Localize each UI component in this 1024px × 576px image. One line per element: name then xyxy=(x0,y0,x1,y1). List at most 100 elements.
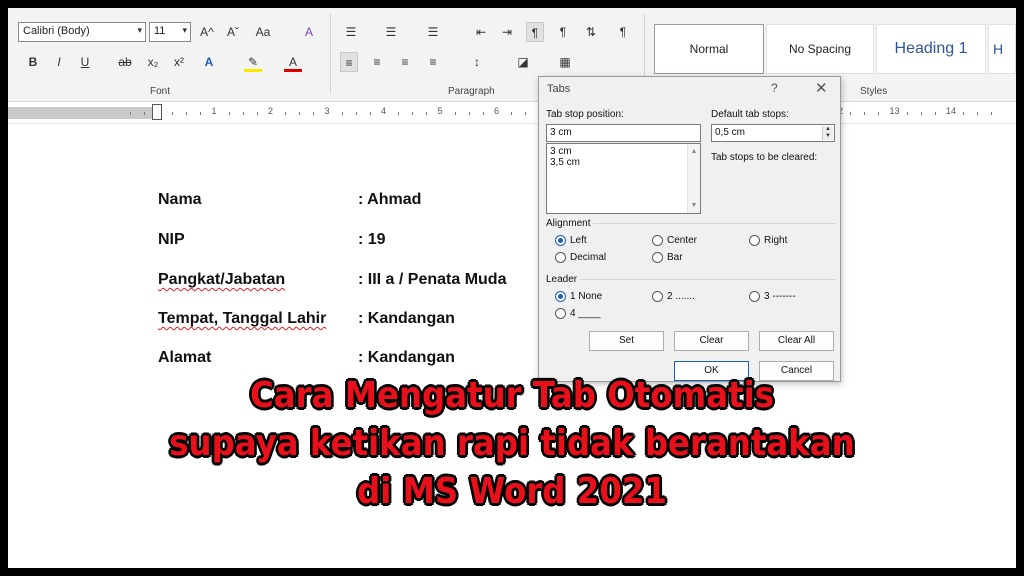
radio-align-bar[interactable]: Bar xyxy=(652,252,683,263)
chevron-down-icon[interactable]: ▾ xyxy=(137,25,142,36)
sort-icon[interactable]: ⇅ xyxy=(582,22,600,42)
radio-label: Center xyxy=(667,235,698,246)
underline-icon[interactable]: U xyxy=(76,52,94,72)
alignment-label: Alignment xyxy=(546,218,594,229)
change-case-icon[interactable]: Aa xyxy=(254,22,272,42)
ruler-tick xyxy=(200,112,202,115)
text-effects-icon[interactable]: A xyxy=(200,52,218,72)
highlight-icon[interactable]: ✎ xyxy=(244,52,262,72)
radio-dot[interactable] xyxy=(749,291,760,302)
radio-dot[interactable] xyxy=(555,235,566,246)
scroll-up-icon[interactable]: ▲ xyxy=(688,146,700,157)
radio-label: 2 ....... xyxy=(667,291,695,302)
caption-line-3: di MS Word 2021 xyxy=(357,471,667,512)
ruler-margin xyxy=(8,107,158,119)
set-button[interactable]: Set xyxy=(589,331,664,351)
clear-formatting-icon[interactable]: A xyxy=(300,22,318,42)
shrink-font-icon[interactable]: Aˇ xyxy=(224,22,242,42)
line-spacing-icon[interactable]: ↕ xyxy=(468,52,486,72)
style-normal[interactable]: Normal xyxy=(654,24,764,74)
clear-all-button[interactable]: Clear All xyxy=(759,331,834,351)
radio-label: 3 ------- xyxy=(764,291,796,302)
shading-icon[interactable]: ◪ xyxy=(514,52,532,72)
caption-line-2: supaya ketikan rapi tidak berantakan xyxy=(169,423,855,464)
radio-leader-dashes[interactable]: 3 ------- xyxy=(749,291,796,302)
tab-stop-list[interactable]: 3 cm 3,5 cm ▲ ▼ xyxy=(546,143,701,214)
bold-icon[interactable]: B xyxy=(24,52,42,72)
ruler-number: 4 xyxy=(381,106,387,116)
line-value: : III a / Penata Muda xyxy=(358,271,507,288)
ruler-number: 5 xyxy=(437,106,443,116)
grow-font-icon[interactable]: A^ xyxy=(198,22,216,42)
list-item[interactable]: 3,5 cm xyxy=(550,157,697,168)
ruler-tick xyxy=(468,112,470,115)
radio-leader-dots[interactable]: 2 ....... xyxy=(652,291,695,302)
radio-align-center[interactable]: Center xyxy=(652,235,697,246)
ruler-number: 3 xyxy=(324,106,330,116)
radio-label: Left xyxy=(570,235,587,246)
style-heading-2[interactable]: H xyxy=(988,24,1016,74)
ruler-tick xyxy=(242,112,244,115)
font-color-icon[interactable]: A xyxy=(284,52,302,72)
radio-leader-none[interactable]: 1 None xyxy=(555,291,602,302)
bullets-icon[interactable]: ☰ xyxy=(342,22,360,42)
radio-dot[interactable] xyxy=(749,235,760,246)
borders-icon[interactable]: ▦ xyxy=(556,52,574,72)
spinner-icon[interactable]: ▲ ▼ xyxy=(822,126,833,140)
scrollbar[interactable]: ▲ ▼ xyxy=(687,144,700,213)
ruler-tick xyxy=(355,112,357,115)
ruler-tick xyxy=(878,112,880,115)
ltr-icon[interactable]: ¶ xyxy=(526,22,544,42)
justify-icon[interactable]: ≡ xyxy=(424,52,442,72)
rtl-icon[interactable]: ¶ xyxy=(554,22,572,42)
tab-stop-position-label: Tab stop position: xyxy=(546,109,624,120)
line-label: Alamat xyxy=(158,349,212,366)
show-marks-icon[interactable]: ¶ xyxy=(614,22,632,42)
radio-dot[interactable] xyxy=(652,291,663,302)
paragraph-group-label: Paragraph xyxy=(448,86,495,97)
radio-leader-underline[interactable]: 4 ____ xyxy=(555,308,601,319)
multilevel-list-icon[interactable]: ☰ xyxy=(424,22,442,42)
increase-indent-icon[interactable]: ⇥ xyxy=(498,22,516,42)
font-name-value: Calibri (Body) xyxy=(23,25,90,37)
superscript-icon[interactable]: x² xyxy=(170,52,188,72)
strikethrough-icon[interactable]: ab xyxy=(116,52,134,72)
ruler-tick xyxy=(256,112,258,115)
align-center-icon[interactable]: ≡ xyxy=(368,52,386,72)
ruler-tick xyxy=(934,112,936,115)
radio-dot[interactable] xyxy=(555,308,566,319)
radio-dot[interactable] xyxy=(555,252,566,263)
radio-align-left[interactable]: Left xyxy=(555,235,587,246)
chevron-down-icon[interactable]: ▾ xyxy=(182,25,187,36)
ruler-number: 1 xyxy=(211,106,217,116)
font-name-combo[interactable]: Calibri (Body) ▾ xyxy=(18,22,146,42)
align-left-icon[interactable]: ≡ xyxy=(340,52,358,72)
radio-dot[interactable] xyxy=(555,291,566,302)
subscript-icon[interactable]: x₂ xyxy=(144,52,162,72)
ruler-tick xyxy=(963,112,965,115)
radio-dot[interactable] xyxy=(652,252,663,263)
clear-button[interactable]: Clear xyxy=(674,331,749,351)
radio-dot[interactable] xyxy=(652,235,663,246)
italic-icon[interactable]: I xyxy=(50,52,68,72)
scroll-down-icon[interactable]: ▼ xyxy=(688,200,700,211)
font-size-combo[interactable]: 11 ▾ xyxy=(149,22,191,42)
ruler-tick xyxy=(426,112,428,115)
style-heading-1[interactable]: Heading 1 xyxy=(876,24,986,74)
horizontal-ruler[interactable]: 1234567891011121314 xyxy=(8,102,1016,124)
align-right-icon[interactable]: ≡ xyxy=(396,52,414,72)
style-no-spacing[interactable]: No Spacing xyxy=(766,24,874,74)
list-item[interactable]: 3 cm xyxy=(550,146,697,157)
numbering-icon[interactable]: ☰ xyxy=(382,22,400,42)
default-tab-stops-input[interactable]: 0,5 cm ▲ ▼ xyxy=(711,124,835,142)
indent-marker-icon[interactable] xyxy=(152,104,162,120)
help-icon[interactable]: ? xyxy=(771,81,778,95)
font-group-label: Font xyxy=(150,86,171,97)
decrease-indent-icon[interactable]: ⇤ xyxy=(472,22,490,42)
radio-align-decimal[interactable]: Decimal xyxy=(555,252,606,263)
default-tab-stops-value: 0,5 cm xyxy=(715,127,746,138)
tab-stop-position-input[interactable]: 3 cm xyxy=(546,124,701,142)
close-icon[interactable]: ✕ xyxy=(815,79,828,97)
ruler-tick xyxy=(454,112,456,115)
radio-align-right[interactable]: Right xyxy=(749,235,787,246)
